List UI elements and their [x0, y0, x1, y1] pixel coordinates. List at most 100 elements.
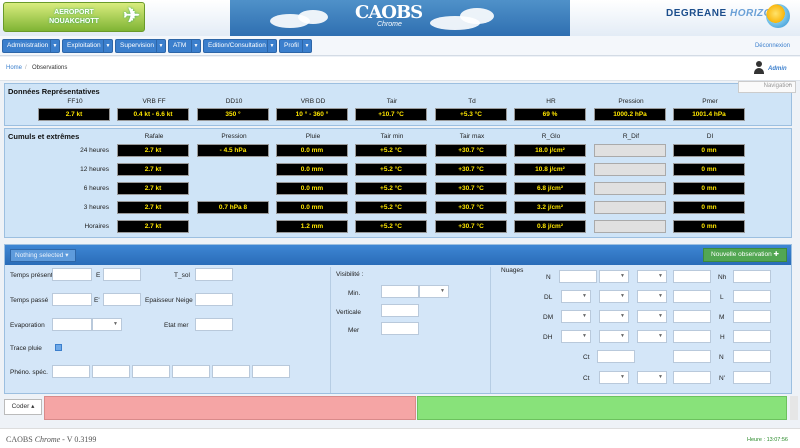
repr-value: 2.7 kt [38, 108, 110, 121]
cumuls-value: +30.7 °C [435, 220, 507, 233]
cumuls-value: 0.7 hPa 8 [197, 201, 269, 214]
cloud-dh-label: DH [543, 334, 553, 341]
cloud-select[interactable]: ▼ [637, 270, 667, 283]
cloud-input[interactable] [673, 350, 711, 363]
e-input[interactable] [103, 268, 141, 281]
cloud-select[interactable]: ▼ [599, 290, 629, 303]
cloud-input[interactable] [673, 310, 711, 323]
pheno-input[interactable] [92, 365, 130, 378]
cloud-ct-select[interactable]: ▼ [599, 371, 629, 384]
cumuls-value: 0.0 mm [276, 182, 348, 195]
cumuls-value: 0 mn [673, 144, 745, 157]
trace-pluie-checkbox[interactable] [55, 344, 62, 351]
cloud-n-prime-input[interactable] [733, 371, 771, 384]
pheno-input[interactable] [252, 365, 290, 378]
cloud-n-input[interactable] [559, 270, 597, 283]
form-toolbar: Nothing selected ▾ Nouvelle observation … [5, 245, 791, 265]
menu-supervision[interactable]: Supervision ▼ [115, 39, 166, 53]
cloud-l-input[interactable] [733, 290, 771, 303]
cloud-h-input[interactable] [733, 330, 771, 343]
trace-pluie-label: Trace pluie [10, 345, 42, 352]
repr-value: 69 % [514, 108, 586, 121]
repr-value: 10 ° - 360 ° [276, 108, 348, 121]
pheno-input[interactable] [172, 365, 210, 378]
caret-down-icon: ▼ [658, 293, 663, 299]
logout-link[interactable]: Déconnexion [755, 43, 790, 49]
evaporation-select[interactable]: ▼ [92, 318, 122, 331]
cloud-input[interactable] [673, 270, 711, 283]
temps-present-label: Temps présent [10, 272, 53, 279]
coded-message-left[interactable] [44, 396, 416, 420]
cloud-select[interactable]: ▼ [637, 290, 667, 303]
breadcrumb-separator: / [25, 65, 27, 71]
cloud-select[interactable]: ▼ [599, 310, 629, 323]
repr-panel: Données Représentatives FF10 VRB FF DD10… [4, 83, 792, 126]
app-version: CAOBS Chrome - V 0.3199 [6, 435, 97, 444]
cloud-select[interactable]: ▼ [599, 330, 629, 343]
observation-select[interactable]: Nothing selected ▾ [10, 249, 76, 262]
caret-down-icon: ▼ [620, 293, 625, 299]
cloud-select[interactable]: ▼ [637, 330, 667, 343]
cloud-n2-label: N [719, 354, 724, 361]
menu-atm[interactable]: ATM ▼ [168, 39, 201, 53]
cumuls-value: 2.7 kt [117, 163, 189, 176]
app-logo-sub: Chrome [377, 21, 402, 28]
caret-up-icon: ▴ [31, 403, 35, 410]
t-sol-input[interactable] [195, 268, 233, 281]
repr-header: Tair [386, 98, 398, 105]
cumuls-header: R_Glo [541, 133, 561, 140]
vis-verticale-input[interactable] [381, 304, 419, 317]
cumuls-header: Pluie [305, 133, 321, 140]
cumuls-header: Pression [221, 133, 247, 140]
vis-mer-input[interactable] [381, 322, 419, 335]
cloud-n2-input[interactable] [733, 350, 771, 363]
breadcrumb-home[interactable]: Home [6, 65, 22, 71]
repr-header: Td [468, 98, 476, 105]
evaporation-input[interactable] [52, 318, 92, 331]
pheno-input[interactable] [212, 365, 250, 378]
cloud-input[interactable] [673, 371, 711, 384]
plus-icon: ✚ [773, 251, 779, 258]
vis-mer-label: Mer [348, 327, 360, 334]
new-observation-button[interactable]: Nouvelle observation ✚ [703, 248, 787, 262]
vis-min-input[interactable] [381, 285, 419, 298]
cloud-input[interactable] [673, 290, 711, 303]
cumuls-value: 0 mn [673, 220, 745, 233]
caret-down-icon: ▾ [65, 252, 69, 259]
pheno-input[interactable] [132, 365, 170, 378]
cloud-ct-input[interactable] [597, 350, 635, 363]
nuages-label: Nuages [501, 267, 524, 274]
user-icon [754, 61, 764, 75]
cumuls-value-empty [594, 144, 666, 157]
menu-exploitation[interactable]: Exploitation ▼ [62, 39, 113, 53]
navigation-tooltip[interactable]: Navigation ⌃ [738, 81, 796, 93]
cloud-select[interactable]: ▼ [599, 270, 629, 283]
vis-min-select[interactable]: ▼ [419, 285, 449, 298]
cloud-select[interactable]: ▼ [637, 310, 667, 323]
user-name-link[interactable]: Admin [768, 66, 787, 72]
cloud-m-input[interactable] [733, 310, 771, 323]
divider [330, 267, 331, 393]
caret-down-icon: ▼ [302, 40, 311, 52]
scrollbar[interactable] [790, 396, 798, 420]
temps-passe-input[interactable] [52, 293, 92, 306]
cloud-input[interactable] [673, 330, 711, 343]
cumuls-value: 0.0 mm [276, 201, 348, 214]
coder-button[interactable]: Coder ▴ [4, 399, 42, 415]
cloud-dm-select[interactable]: ▼ [561, 310, 591, 323]
menu-profil[interactable]: Profil ▼ [279, 39, 312, 53]
menu-administration[interactable]: Administration ▼ [2, 39, 60, 53]
pheno-input[interactable] [52, 365, 90, 378]
e-prime-input[interactable] [103, 293, 141, 306]
repr-value: +10.7 °C [355, 108, 427, 121]
menu-edition[interactable]: Edition/Consultation ▼ [203, 39, 277, 53]
repr-title: Données Représentatives [8, 87, 100, 96]
cloud-dl-select[interactable]: ▼ [561, 290, 591, 303]
cloud-select[interactable]: ▼ [637, 371, 667, 384]
epaisseur-neige-input[interactable] [195, 293, 233, 306]
cloud-nh-input[interactable] [733, 270, 771, 283]
temps-present-input[interactable] [52, 268, 92, 281]
etat-mer-input[interactable] [195, 318, 233, 331]
cloud-dh-select[interactable]: ▼ [561, 330, 591, 343]
coded-message-right[interactable] [417, 396, 787, 420]
